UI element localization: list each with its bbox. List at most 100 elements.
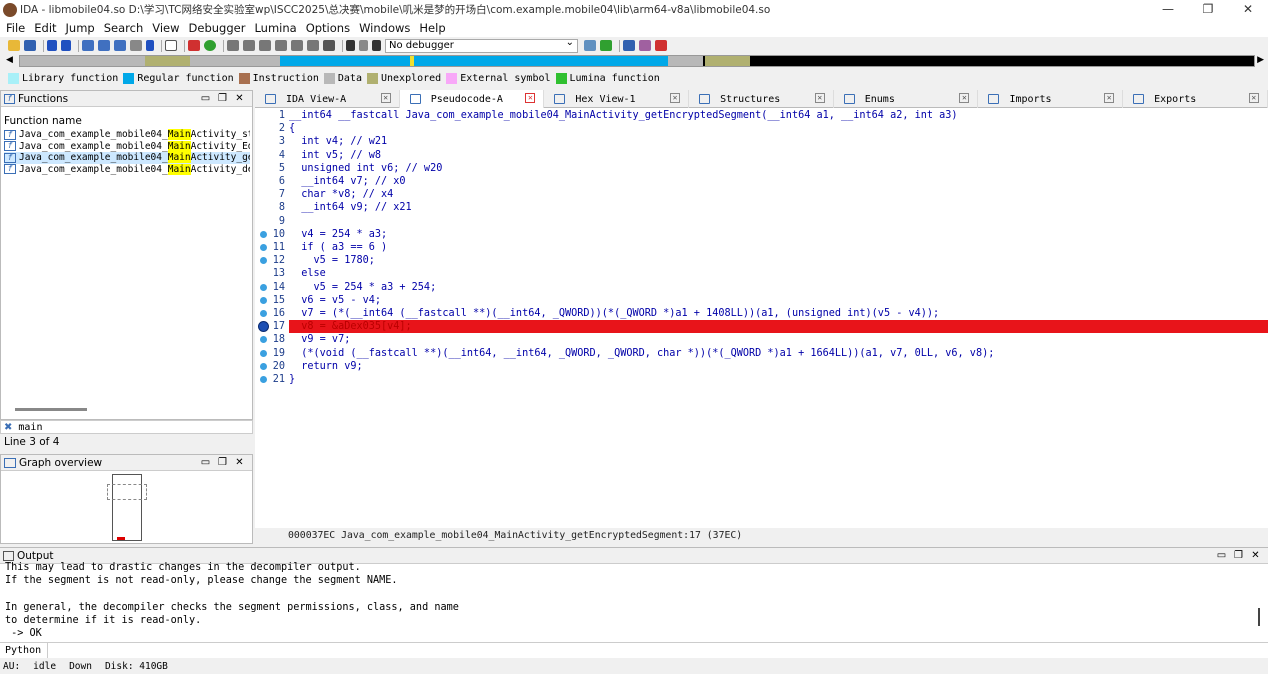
line-marker-icon[interactable] [260,296,267,304]
delete-icon[interactable] [323,40,335,51]
back-icon[interactable] [47,40,57,51]
maximize-button[interactable]: ❐ [1188,0,1228,19]
line-marker-icon[interactable] [260,230,267,238]
code-text[interactable]: else [289,267,326,280]
code-text[interactable]: __int64 v9; // x21 [289,201,411,214]
python-command-bar[interactable]: Python [0,642,1268,659]
tab-close-icon[interactable]: ✕ [670,93,681,103]
code-text[interactable]: v4 = 254 * a3; [289,228,387,241]
function-list-item[interactable]: f Java_com_example_mobile04_ Main Activity_… [4,129,250,141]
code-line[interactable]: 13 else [255,267,1268,280]
code-text[interactable]: } [289,373,295,386]
function-list-item[interactable]: f Java_com_example_mobile04_ Main Activity_… [4,140,250,153]
code-text[interactable]: int v5; // w8 [289,149,381,162]
go-icon[interactable] [204,40,216,51]
code-text[interactable]: v5 = 254 * a3 + 254; [289,281,437,294]
tab-close-icon[interactable]: ✕ [814,93,825,103]
close-button[interactable]: ✕ [1228,0,1268,19]
array-icon[interactable] [259,40,271,51]
code-line[interactable]: 21} [255,373,1268,386]
code-line[interactable]: 4 int v5; // w8 [255,149,1268,162]
code-line[interactable]: 9 [255,215,1268,228]
code-line[interactable]: 10 v4 = 254 * a3; [255,228,1268,241]
code-line[interactable]: 16 v7 = (*(__int64 (__fastcall **)(__int… [255,307,1268,320]
debugger-options-icon[interactable] [584,40,596,51]
menu-view[interactable]: View [152,21,179,35]
python-language-button[interactable]: Python [0,642,49,659]
code-text[interactable]: __int64 __fastcall Java_com_example_mobi… [289,109,958,122]
line-marker-icon[interactable] [260,310,267,317]
nav-right-arrow-icon[interactable]: ▶ [1257,55,1264,65]
save-icon[interactable] [24,40,36,51]
code-line[interactable]: 7 char *v8; // x4 [255,188,1268,201]
code-line[interactable]: 5 unsigned int v6; // w20 [255,162,1268,175]
function-search-bar[interactable]: ✖ main [0,420,253,434]
tab-enums[interactable]: Enums ✕ [834,90,979,108]
function-name-column-header[interactable]: Function name [4,115,82,127]
code-text[interactable]: unsigned int v6; // w20 [289,162,442,175]
search-text-icon[interactable] [98,40,110,51]
panel-minimize-icon[interactable]: ▭ [1213,548,1230,564]
tab-close-icon[interactable]: ✕ [525,93,536,103]
menu-lumina[interactable]: Lumina [254,21,296,35]
code-text[interactable]: int v4; // w21 [289,135,387,148]
name-icon[interactable] [307,40,319,51]
menu-jump[interactable]: Jump [66,21,95,35]
stop-icon[interactable] [188,40,200,51]
line-marker-icon[interactable] [260,244,267,251]
data-icon[interactable] [243,40,255,51]
search-immediate-icon[interactable] [114,40,126,51]
run-icon[interactable] [346,40,355,51]
code-line[interactable]: 15 v6 = v5 - v4; [255,294,1268,307]
tab-close-icon[interactable]: ✕ [1248,93,1259,103]
code-line[interactable]: 17 v8 = &aDex035[v4]; [255,320,1268,334]
code-line[interactable]: 20 return v9; [255,360,1268,373]
panel-float-icon[interactable]: ❐ [1230,548,1247,564]
function-list-item[interactable]: f Java_com_example_mobile04_ Main Activity_… [4,163,250,176]
nav-band-bar[interactable] [19,55,1255,67]
menu-windows[interactable]: Windows [359,21,410,35]
code-text[interactable]: (*(void (__fastcall **)(__int64, __int64… [289,347,994,360]
clear-search-icon[interactable]: ✖ [4,422,12,433]
tab-imports[interactable]: Imports ✕ [978,90,1124,108]
stop-debug-icon[interactable] [372,40,381,51]
search-next-icon[interactable] [130,40,142,51]
line-marker-icon[interactable] [260,376,267,383]
function-search-input[interactable]: main [18,422,42,433]
panel-close-icon[interactable]: ✕ [1247,548,1264,564]
output-scrollbar[interactable] [1258,608,1260,626]
tab-close-icon[interactable]: ✕ [1104,93,1115,103]
line-marker-icon[interactable] [260,257,267,265]
breakpoints-icon[interactable] [623,40,635,51]
graph-overview-viewport[interactable] [107,484,147,500]
jump-down-icon[interactable] [146,40,154,51]
code-text[interactable]: { [289,122,295,135]
code-line[interactable]: 6 __int64 v7; // x0 [255,175,1268,188]
line-marker-icon[interactable] [260,283,267,291]
menu-search[interactable]: Search [104,21,144,35]
code-text[interactable]: __int64 v7; // x0 [289,175,405,188]
code-text[interactable]: v6 = v5 - v4; [289,294,381,307]
text-view-icon[interactable] [165,40,177,51]
line-marker-icon[interactable] [260,362,267,370]
tab-pseudocode-a[interactable]: Pseudocode-A ✕ [399,90,545,108]
clear-trace-icon[interactable] [655,40,667,51]
line-marker-icon[interactable] [260,336,267,344]
nav-left-arrow-icon[interactable]: ◀ [6,55,13,65]
code-text[interactable]: return v9; [289,360,362,373]
code-text[interactable]: v7 = (*(__int64 (__fastcall **)(__int64,… [289,307,939,320]
code-text[interactable]: if ( a3 == 6 ) [289,241,387,254]
horizontal-scrollbar[interactable] [15,408,87,411]
attach-icon[interactable] [600,40,612,51]
code-line[interactable]: 12 v5 = 1780; [255,254,1268,267]
tab-close-icon[interactable]: ✕ [380,93,391,103]
minimize-button[interactable]: — [1148,0,1188,19]
panel-float-icon[interactable]: ❐ [214,91,231,107]
navigation-band[interactable]: ◀ ▶ [0,54,1268,69]
struct-icon[interactable] [291,40,303,51]
menu-file[interactable]: File [6,21,25,35]
search-binary-icon[interactable] [82,40,94,51]
tab-exports[interactable]: Exports ✕ [1123,90,1268,108]
undefine-icon[interactable] [275,40,287,51]
menu-debugger[interactable]: Debugger [189,21,246,35]
